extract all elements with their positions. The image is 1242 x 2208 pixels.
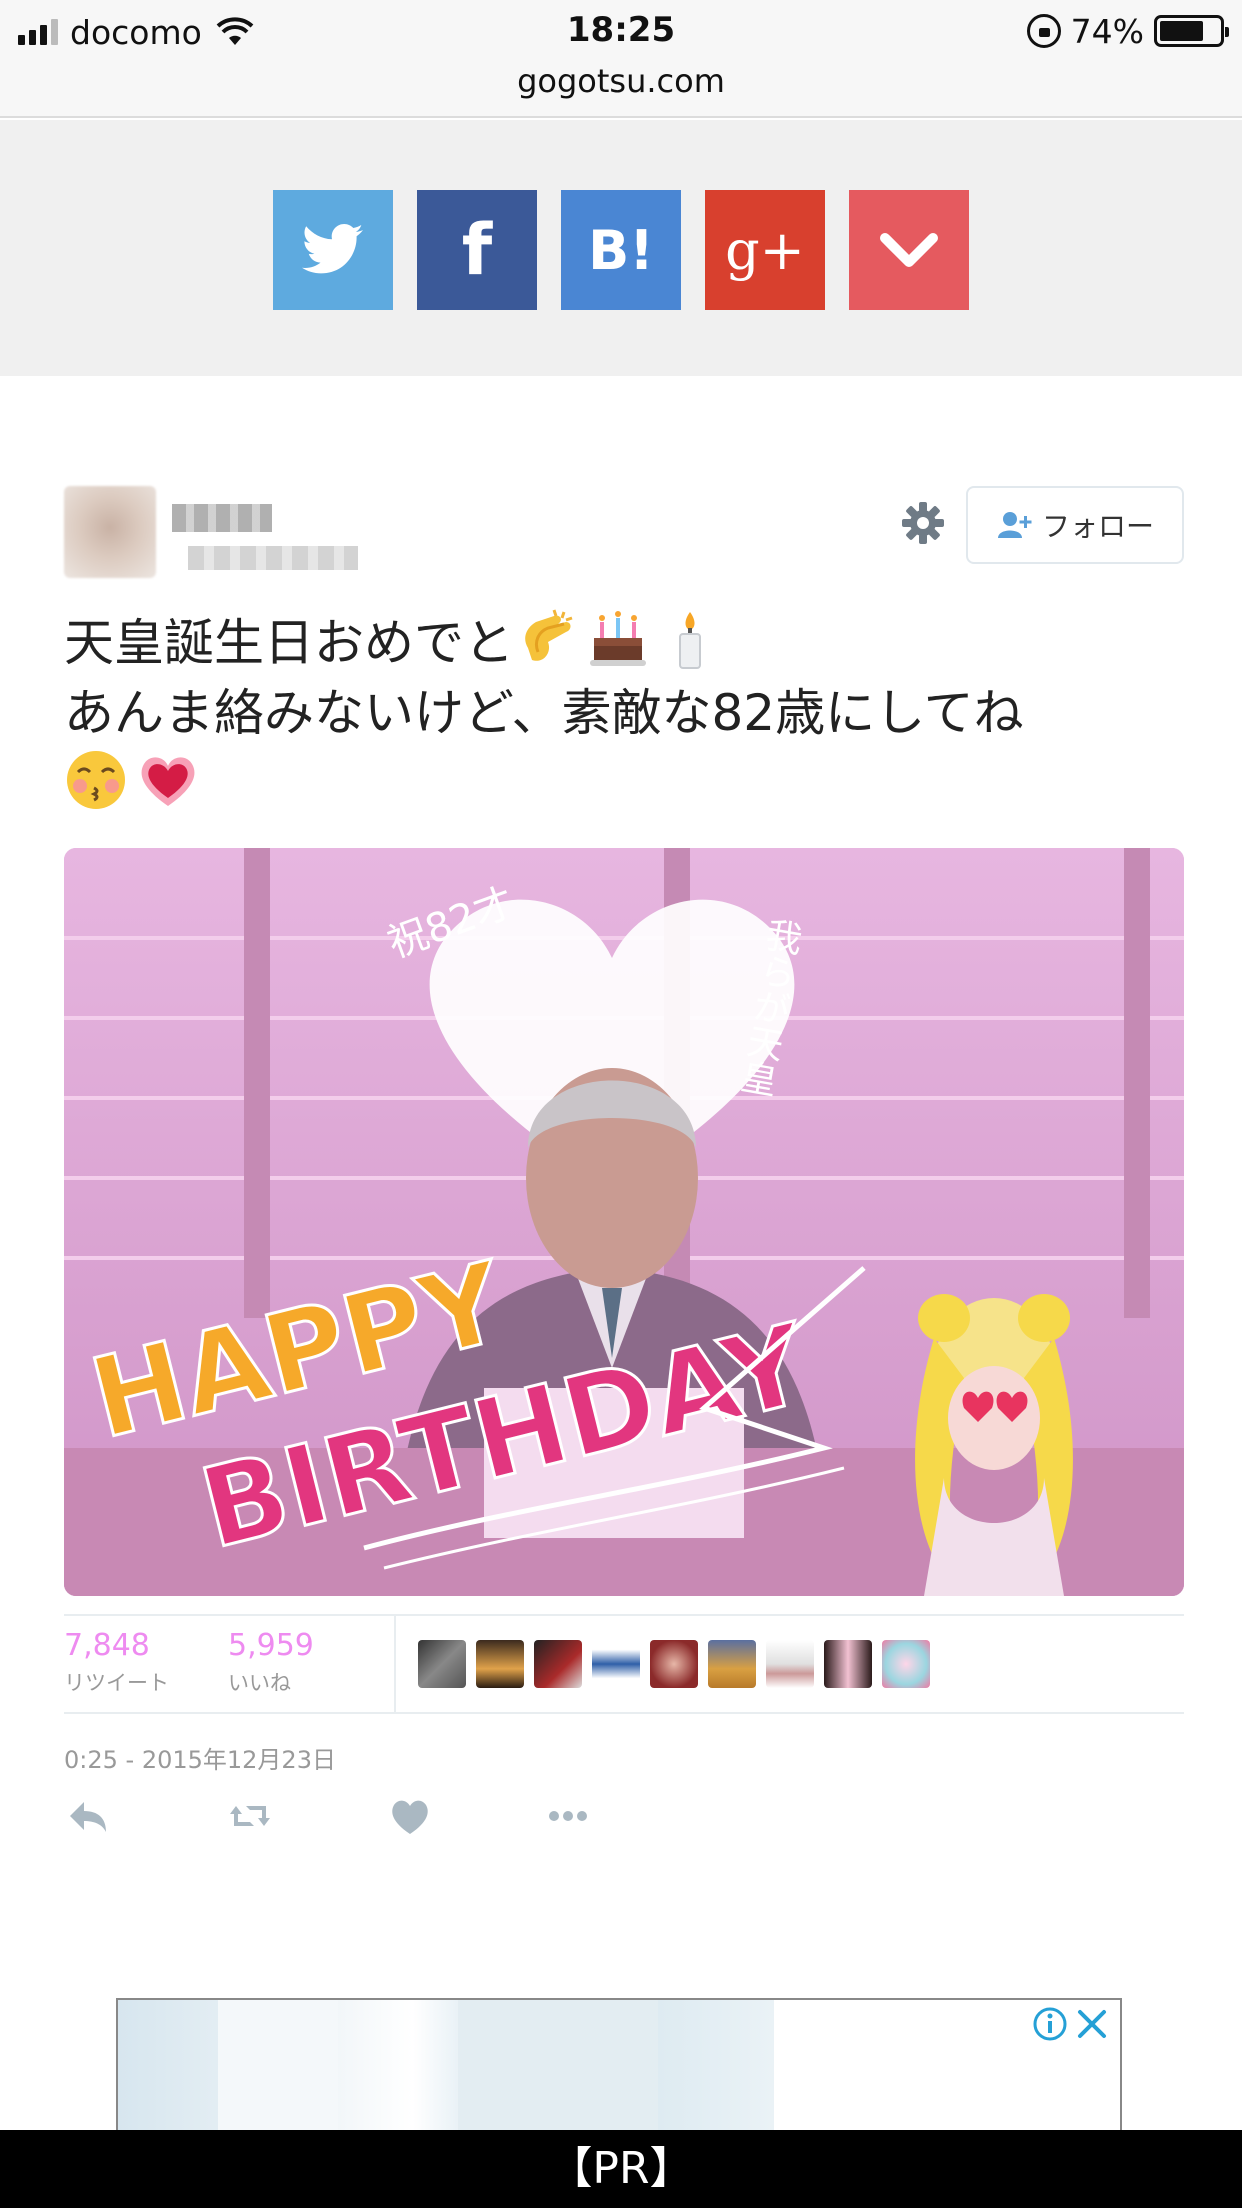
retweet-icon[interactable]: [226, 1792, 274, 1840]
tweet-media-image[interactable]: 祝82才 我らが天皇 HAPPY BIRTHDAY: [64, 848, 1184, 1596]
retweet-label: リツイート: [64, 1671, 169, 1695]
twitter-bird-icon: [302, 224, 363, 274]
hatena-b-icon: B!: [588, 218, 654, 282]
url-bar[interactable]: gogotsu.com: [0, 62, 1242, 100]
facebook-f-icon: f: [461, 209, 493, 291]
follow-label: フォロー: [1041, 510, 1154, 543]
add-user-icon: [997, 512, 1032, 538]
advertisement-banner[interactable]: [116, 1998, 1122, 2148]
pr-label-bar: 【PR】: [0, 2130, 1242, 2208]
liker-avatar[interactable]: [418, 1640, 466, 1688]
retweet-count: 7,848: [64, 1628, 150, 1663]
ad-info-icon[interactable]: [1032, 2006, 1068, 2042]
ad-image[interactable]: [118, 2000, 774, 2148]
pocket-save-button[interactable]: [849, 190, 969, 310]
google-plus-icon: g+: [725, 218, 805, 282]
liker-avatar[interactable]: [824, 1640, 872, 1688]
battery-icon: [1154, 15, 1229, 47]
tweet-text-line-1: 天皇誕生日おめでと: [64, 608, 1184, 678]
more-options-icon[interactable]: [544, 1792, 592, 1840]
liker-avatar[interactable]: [476, 1640, 524, 1688]
stats-divider: [394, 1616, 396, 1712]
tweet-text: 天皇誕生日おめでと あんま絡みないけど、素敵な82歳にしてね: [64, 608, 1184, 818]
twitter-share-button[interactable]: [273, 190, 393, 310]
battery-percent: 74%: [1070, 11, 1144, 51]
follow-button[interactable]: フォロー: [966, 486, 1184, 564]
like-label: いいね: [228, 1671, 291, 1695]
tweet-text-line-1-text: 天皇誕生日おめでと: [64, 614, 514, 672]
status-right: 74%: [1026, 10, 1229, 52]
status-bar: docomo 18:25 74% gogotsu.com: [0, 0, 1242, 118]
liker-avatar[interactable]: [708, 1640, 756, 1688]
kissing-face-emoji: [67, 751, 125, 809]
retweet-stat[interactable]: 7,848 リツイート: [64, 1628, 169, 1697]
birthday-illustration: 祝82才 我らが天皇 HAPPY BIRTHDAY: [64, 848, 1184, 1596]
liker-avatars: [418, 1640, 930, 1688]
liker-avatar[interactable]: [882, 1640, 930, 1688]
candle-emoji: [679, 612, 701, 669]
heart-icon[interactable]: [386, 1792, 434, 1840]
gear-icon[interactable]: [900, 500, 946, 546]
tweet-stats: 7,848 リツイート 5,959 いいね: [64, 1614, 1184, 1714]
reply-icon[interactable]: [64, 1792, 112, 1840]
like-count: 5,959: [228, 1628, 314, 1663]
tweet-text-line-3: [64, 748, 1184, 818]
facebook-share-button[interactable]: f: [417, 190, 537, 310]
like-stat[interactable]: 5,959 いいね: [228, 1628, 314, 1697]
avatar[interactable]: [64, 486, 156, 578]
liker-avatar[interactable]: [650, 1640, 698, 1688]
user-handle-redacted[interactable]: [188, 546, 358, 570]
close-icon[interactable]: [1074, 2006, 1110, 2042]
tweet-text-line-2: あんま絡みないけど、素敵な82歳にしてね: [64, 684, 1024, 742]
clapping-hands-emoji: [525, 609, 573, 661]
rotation-lock-icon: [1026, 14, 1061, 48]
liker-avatar[interactable]: [534, 1640, 582, 1688]
google-plus-share-button[interactable]: g+: [705, 190, 825, 310]
user-display-name-redacted[interactable]: [172, 504, 272, 532]
share-bar: f B! g+: [0, 120, 1242, 376]
hatena-bookmark-button[interactable]: B!: [561, 190, 681, 310]
chevron-down-icon: [880, 233, 938, 267]
page: docomo 18:25 74% gogotsu.com f B! g+ フォロ…: [0, 0, 1242, 2208]
anime-character-sticker: [915, 1294, 1073, 1596]
tweet-timestamp[interactable]: 0:25 - 2015年12月23日: [64, 1740, 336, 1775]
liker-avatar[interactable]: [592, 1640, 640, 1688]
liker-avatar[interactable]: [766, 1640, 814, 1688]
heart-emoji: [141, 757, 195, 806]
birthday-cake-emoji: [590, 611, 646, 666]
tweet-actions: [64, 1792, 664, 1842]
